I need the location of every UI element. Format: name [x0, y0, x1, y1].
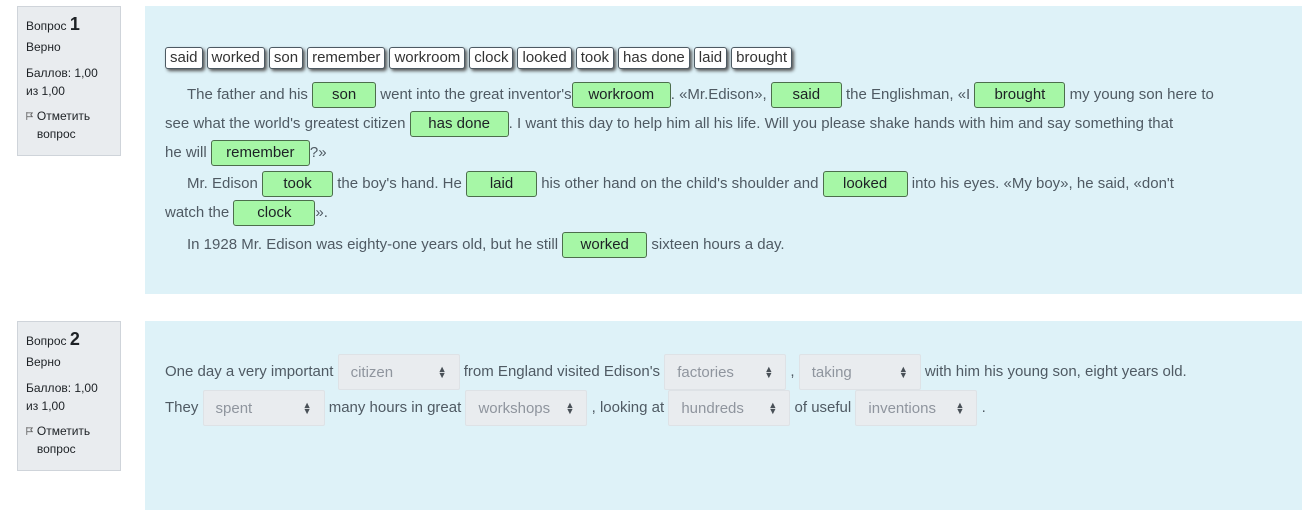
- text: Mr. Edison: [187, 174, 258, 192]
- text: of useful: [794, 398, 852, 416]
- drag-item[interactable]: workroom: [389, 47, 466, 69]
- drop-zone[interactable]: remember: [210, 140, 310, 166]
- select-value: hundreds: [681, 399, 744, 417]
- select-value: spent: [215, 399, 253, 417]
- select-value: workshops: [478, 399, 551, 417]
- text: . I want this day to help him all his li…: [508, 114, 1174, 132]
- select-arrows-icon: ▲ ▼: [302, 400, 312, 416]
- text: see what the world's greatest citizen: [165, 114, 406, 132]
- drag-item[interactable]: brought: [731, 47, 793, 69]
- answer-select[interactable]: hundreds ▲ ▼: [668, 390, 791, 426]
- question-info-2: Вопрос 2 Верно Баллов: 1,00 из 1,00 Отме…: [17, 321, 121, 471]
- drag-item[interactable]: looked: [517, 47, 572, 69]
- drop-zone[interactable]: workroom: [571, 82, 671, 108]
- flag-question-label: Отметить вопрос: [36, 424, 91, 456]
- answer-select[interactable]: workshops ▲ ▼: [465, 390, 588, 426]
- select-arrows-icon: ▲ ▼: [565, 400, 575, 416]
- text: watch the: [165, 203, 230, 221]
- select-arrows-icon: ▲ ▼: [768, 400, 778, 416]
- select-arrows-icon: ▲ ▼: [955, 400, 965, 416]
- question-grade: Баллов: 1,00 из 1,00: [26, 381, 98, 413]
- text: from England visited Edison's: [463, 362, 661, 380]
- drag-items-pool: said worked son remember workroom clock …: [165, 47, 793, 69]
- text: The father and his: [187, 85, 308, 103]
- drop-zone[interactable]: son: [312, 82, 377, 108]
- drag-item[interactable]: laid: [693, 47, 728, 69]
- flag-icon: [26, 427, 34, 435]
- select-value: inventions: [868, 399, 936, 417]
- flag-icon: [26, 112, 34, 120]
- select-arrows-icon: ▲ ▼: [898, 364, 908, 380]
- question-number: Вопрос 1: [26, 15, 112, 35]
- answer-select[interactable]: citizen ▲ ▼: [337, 354, 460, 390]
- paragraph-1-line-2: see what the world's greatest citizen ha…: [165, 111, 1290, 137]
- question-grade: Баллов: 1,00 из 1,00: [26, 66, 98, 98]
- flag-question-label: Отметить вопрос: [36, 109, 91, 141]
- select-arrows-icon: ▲ ▼: [764, 364, 774, 380]
- text: . «Mr.Edison»,: [670, 85, 767, 103]
- answer-select[interactable]: spent ▲ ▼: [202, 390, 325, 426]
- question-status: Верно: [26, 355, 61, 369]
- select-arrows-icon: ▲ ▼: [437, 364, 447, 380]
- drop-zone[interactable]: worked: [562, 232, 648, 258]
- flag-question-button[interactable]: Отметить вопрос: [26, 422, 112, 458]
- text: my young son here to: [1069, 85, 1214, 103]
- question-number: Вопрос 2: [26, 330, 112, 350]
- paragraph-2-line-1: Mr. Edison took the boy's hand. He laid …: [165, 171, 1290, 197]
- drop-zone[interactable]: clock: [233, 200, 316, 226]
- answer-select[interactable]: taking ▲ ▼: [798, 354, 921, 390]
- drag-item[interactable]: said: [165, 47, 203, 69]
- question-content-2: One day a very important citizen ▲ ▼ from…: [145, 321, 1302, 510]
- text: the Englishman, «I: [845, 85, 971, 103]
- drag-item[interactable]: worked: [206, 47, 265, 69]
- select-value: citizen: [350, 363, 394, 381]
- drop-zone[interactable]: has done: [409, 111, 509, 137]
- question-status: Верно: [26, 40, 61, 54]
- drag-item[interactable]: remember: [307, 47, 386, 69]
- drag-item[interactable]: clock: [469, 47, 514, 69]
- paragraph-1-line-1: The father and his son went into the gre…: [165, 82, 1290, 108]
- drag-item[interactable]: son: [268, 47, 304, 69]
- question-number-value: 2: [69, 329, 80, 349]
- drop-zone[interactable]: said: [770, 82, 842, 108]
- answer-select[interactable]: inventions ▲ ▼: [855, 390, 978, 426]
- paragraph-1-line-3: he will remember?»: [165, 140, 1290, 166]
- flag-question-button[interactable]: Отметить вопрос: [26, 107, 112, 143]
- paragraph-3: In 1928 Mr. Edison was eighty-one years …: [165, 232, 1290, 258]
- select-value: taking: [811, 363, 852, 381]
- text: sixteen hours a day.: [651, 235, 785, 253]
- paragraph-2-line-2: watch the clock».: [165, 200, 1290, 226]
- text: ,: [790, 362, 795, 380]
- drop-zone[interactable]: took: [262, 171, 334, 197]
- question-number-value: 1: [69, 14, 80, 34]
- text: he will: [165, 143, 207, 161]
- text: They: [165, 398, 199, 416]
- q2-line-2: They spent ▲ ▼ many hours in great worksh…: [165, 390, 1290, 426]
- select-value: factories: [677, 363, 734, 381]
- drag-item[interactable]: has done: [618, 47, 690, 69]
- text: .: [981, 398, 986, 416]
- text: into his eyes. «My boy», he said, «don't: [911, 174, 1174, 192]
- question-info-1: Вопрос 1 Верно Баллов: 1,00 из 1,00 Отме…: [17, 6, 121, 156]
- drag-item[interactable]: took: [575, 47, 615, 69]
- question-content-1: said worked son remember workroom clock …: [145, 6, 1302, 294]
- answer-select[interactable]: factories ▲ ▼: [664, 354, 787, 390]
- text: the boy's hand. He: [337, 174, 462, 192]
- q2-line-1: One day a very important citizen ▲ ▼ from…: [165, 354, 1290, 390]
- text: went into the great inventor's: [380, 85, 572, 103]
- text: ».: [315, 203, 328, 221]
- question-label: Вопрос: [26, 334, 67, 348]
- drop-zone[interactable]: laid: [466, 171, 538, 197]
- text: In 1928 Mr. Edison was eighty-one years …: [187, 235, 559, 253]
- text: One day a very important: [165, 362, 334, 380]
- text: , looking at: [591, 398, 665, 416]
- drop-zone[interactable]: looked: [822, 171, 908, 197]
- text: ?»: [309, 143, 327, 161]
- text: many hours in great: [328, 398, 462, 416]
- text: with him his young son, eight years old.: [924, 362, 1187, 380]
- question-label: Вопрос: [26, 19, 67, 33]
- drop-zone[interactable]: brought: [974, 82, 1066, 108]
- text: his other hand on the child's shoulder a…: [541, 174, 819, 192]
